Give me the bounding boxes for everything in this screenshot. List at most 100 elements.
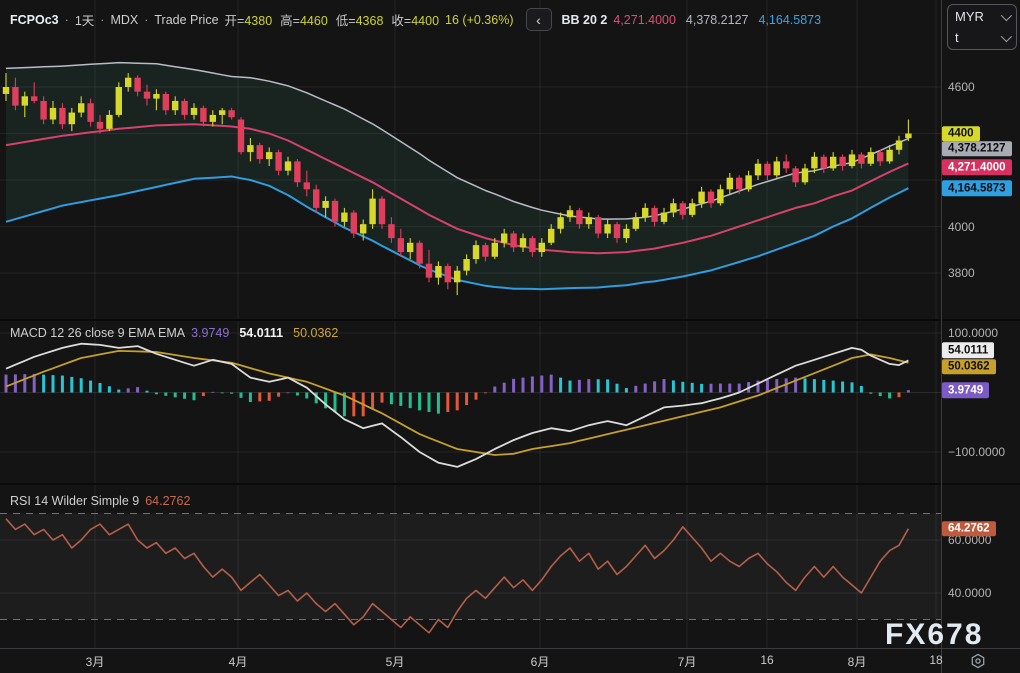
macd-histogram-bar: [663, 379, 666, 392]
unit-value: t: [955, 30, 959, 45]
candle-body: [698, 192, 704, 204]
indicator-value: 3.9749: [191, 326, 229, 340]
ohlc-field: 高=4460: [280, 10, 328, 29]
candle-body: [351, 213, 357, 234]
macd-histogram-bar: [475, 393, 478, 400]
candle-body: [40, 101, 46, 120]
candle-body: [764, 164, 770, 176]
candle-body: [745, 175, 751, 189]
macd-histogram-bar: [822, 380, 825, 393]
candle-body: [172, 101, 178, 110]
currency-dropdown[interactable]: MYR: [955, 9, 1009, 24]
macd-indicator-values: 3.974954.011150.0362: [191, 326, 338, 340]
candle-body: [31, 96, 37, 101]
candle-body: [783, 161, 789, 168]
candle-body: [868, 152, 874, 164]
macd-histogram-bar: [437, 393, 440, 414]
pane-separator: [0, 483, 1020, 485]
macd-histogram-bar: [719, 384, 722, 393]
candle-body: [313, 189, 319, 208]
candle-body: [116, 87, 122, 115]
macd-histogram-bar: [52, 375, 55, 392]
macd-histogram-bar: [851, 382, 854, 392]
candle-body: [181, 101, 187, 115]
macd-histogram-bar: [99, 383, 102, 393]
macd-histogram-bar: [305, 393, 308, 399]
macd-histogram-bar: [681, 382, 684, 393]
macd-histogram-bar: [240, 393, 243, 398]
candle-body: [247, 145, 253, 152]
macd-histogram-bar: [869, 393, 872, 394]
candle-body: [228, 110, 234, 117]
macd-histogram-bar: [710, 384, 713, 393]
macd-histogram-bar: [23, 374, 26, 392]
candle-body: [548, 229, 554, 243]
macd-histogram-bar: [418, 393, 421, 411]
price-axis-label: 3800: [948, 266, 975, 280]
candle-body: [153, 94, 159, 99]
macd-histogram-bar: [277, 393, 280, 397]
time-axis-label: 8月: [848, 653, 867, 670]
candle-body: [134, 78, 140, 92]
macd-histogram-bar: [493, 387, 496, 393]
candle-body: [576, 210, 582, 224]
candle-body: [623, 229, 629, 238]
macd-histogram-bar: [587, 379, 590, 392]
candle-body: [877, 152, 883, 161]
unit-dropdown[interactable]: t: [955, 30, 1009, 45]
currency-unit-selector: MYR t: [947, 4, 1017, 50]
ohlc-field: 开=4380: [225, 10, 273, 29]
macd-legend: MACD 12 26 close 9 EMA EMA 3.974954.0111…: [10, 326, 338, 340]
bb-upper-badge: 4,378.2127: [942, 141, 1012, 157]
candle-body: [755, 164, 761, 176]
candle-body: [285, 161, 291, 170]
macd-histogram-bar: [381, 393, 384, 403]
macd-histogram-bar: [80, 378, 83, 392]
macd-histogram-bar: [879, 393, 882, 397]
candle-body: [266, 152, 272, 159]
macd-histogram-bar: [644, 384, 647, 393]
currency-value: MYR: [955, 9, 984, 24]
candle-body: [689, 203, 695, 215]
macd-histogram-bar: [409, 393, 412, 409]
macd-histogram-bar: [898, 393, 901, 398]
macd-histogram-bar: [371, 393, 374, 410]
candle-body: [821, 157, 827, 169]
candle-body: [501, 233, 507, 242]
macd-histogram-bar: [569, 381, 572, 393]
macd-histogram-bar: [860, 386, 863, 393]
candle-body: [435, 266, 441, 278]
candle-body: [717, 189, 723, 203]
macd-histogram-bar: [202, 393, 205, 397]
symbol-legend: FCPOc3 · 1天 · MDX · Trade Price 开=4380高=…: [10, 8, 821, 31]
time-axis-label: 5月: [386, 653, 405, 670]
indicator-value: 50.0362: [293, 326, 338, 340]
bb-lower-badge: 4,164.5873: [942, 180, 1012, 196]
instrument-settings-icon[interactable]: [968, 651, 988, 671]
symbol-name: FCPOc3: [10, 13, 59, 27]
macd-histogram-bar: [691, 383, 694, 393]
candle-body: [811, 157, 817, 169]
candle-body: [473, 245, 479, 259]
chevron-down-icon: [1001, 30, 1012, 41]
macd-histogram-bar: [597, 379, 600, 392]
macd-histogram-bar: [89, 381, 92, 393]
collapse-indicator-button[interactable]: ‹: [526, 8, 552, 31]
macd-histogram-bar: [456, 393, 459, 411]
ohlc-field: 收=4400: [391, 10, 439, 29]
candle-body: [539, 243, 545, 252]
candle-body: [388, 224, 394, 238]
candle-body: [661, 213, 667, 222]
candle-body: [87, 103, 93, 122]
bollinger-fill: [6, 63, 908, 290]
macd-histogram-bar: [183, 393, 186, 399]
candle-body: [416, 243, 422, 264]
indicator-value: 4,164.5873: [758, 13, 821, 27]
bb-indicator-values: 4,271.40004,378.21274,164.5873: [613, 13, 821, 27]
macd-histogram-bar: [117, 390, 120, 393]
candle-body: [802, 168, 808, 182]
chart-canvas[interactable]: [0, 0, 1020, 648]
interval-label: 1天: [75, 10, 94, 29]
candle-body: [125, 78, 131, 87]
candle-body: [12, 87, 18, 106]
